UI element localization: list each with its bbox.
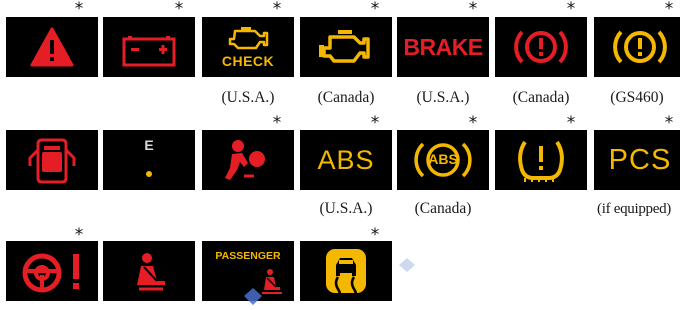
watermark-shape [399, 258, 415, 277]
star-mark: * [664, 113, 674, 133]
pcs-icon: PCS [594, 130, 680, 190]
star-mark: * [566, 113, 576, 133]
caption-pcs: (if equipped) [597, 201, 671, 217]
fuel-low-icon: E [103, 130, 195, 190]
open-door-icon [6, 130, 98, 190]
star-mark: * [370, 225, 380, 245]
watermark-shape [244, 288, 262, 310]
abs-label: ABS [317, 145, 375, 175]
slip-indicator-icon [300, 241, 392, 301]
star-mark: * [74, 0, 84, 19]
star-mark: * [566, 0, 576, 19]
caption-abs: (U.S.A.) [319, 200, 373, 217]
star-mark: * [272, 113, 282, 133]
check-label: CHECK [221, 53, 275, 69]
star-mark: * [468, 113, 478, 133]
brake-label: BRAKE [403, 34, 483, 60]
star-mark: * [272, 0, 282, 19]
star-mark: * [468, 0, 478, 19]
brake-text-icon: BRAKE [397, 17, 489, 77]
brake-warning-triangle-icon [6, 17, 98, 77]
check-engine-icon: CHECK [202, 17, 294, 77]
battery-icon [103, 17, 195, 77]
caption-abs-circle: (Canada) [414, 200, 472, 217]
pcs-label: PCS [608, 144, 672, 176]
brake-circle-red-icon [495, 17, 587, 77]
abs-circle-label: ABS [428, 151, 458, 167]
star-mark: * [74, 225, 84, 245]
seatbelt-icon [103, 241, 195, 301]
star-mark: * [174, 0, 184, 19]
caption-brake: (U.S.A.) [416, 89, 470, 106]
caption-check: (U.S.A.) [221, 89, 275, 106]
star-mark: * [664, 0, 674, 19]
abs-circle-icon: ABS [397, 130, 489, 190]
caption-brake-gs460: (GS460) [610, 89, 664, 106]
tire-pressure-icon [495, 130, 587, 190]
steering-warning-icon [6, 241, 98, 301]
brake-circle-amber-icon [594, 17, 680, 77]
star-mark: * [370, 0, 380, 19]
abs-text-icon: ABS [300, 130, 392, 190]
star-mark: * [370, 113, 380, 133]
caption-brake-circle: (Canada) [512, 89, 570, 106]
engine-icon [300, 17, 392, 77]
caption-engine: (Canada) [317, 89, 375, 106]
srs-airbag-icon [202, 130, 294, 190]
